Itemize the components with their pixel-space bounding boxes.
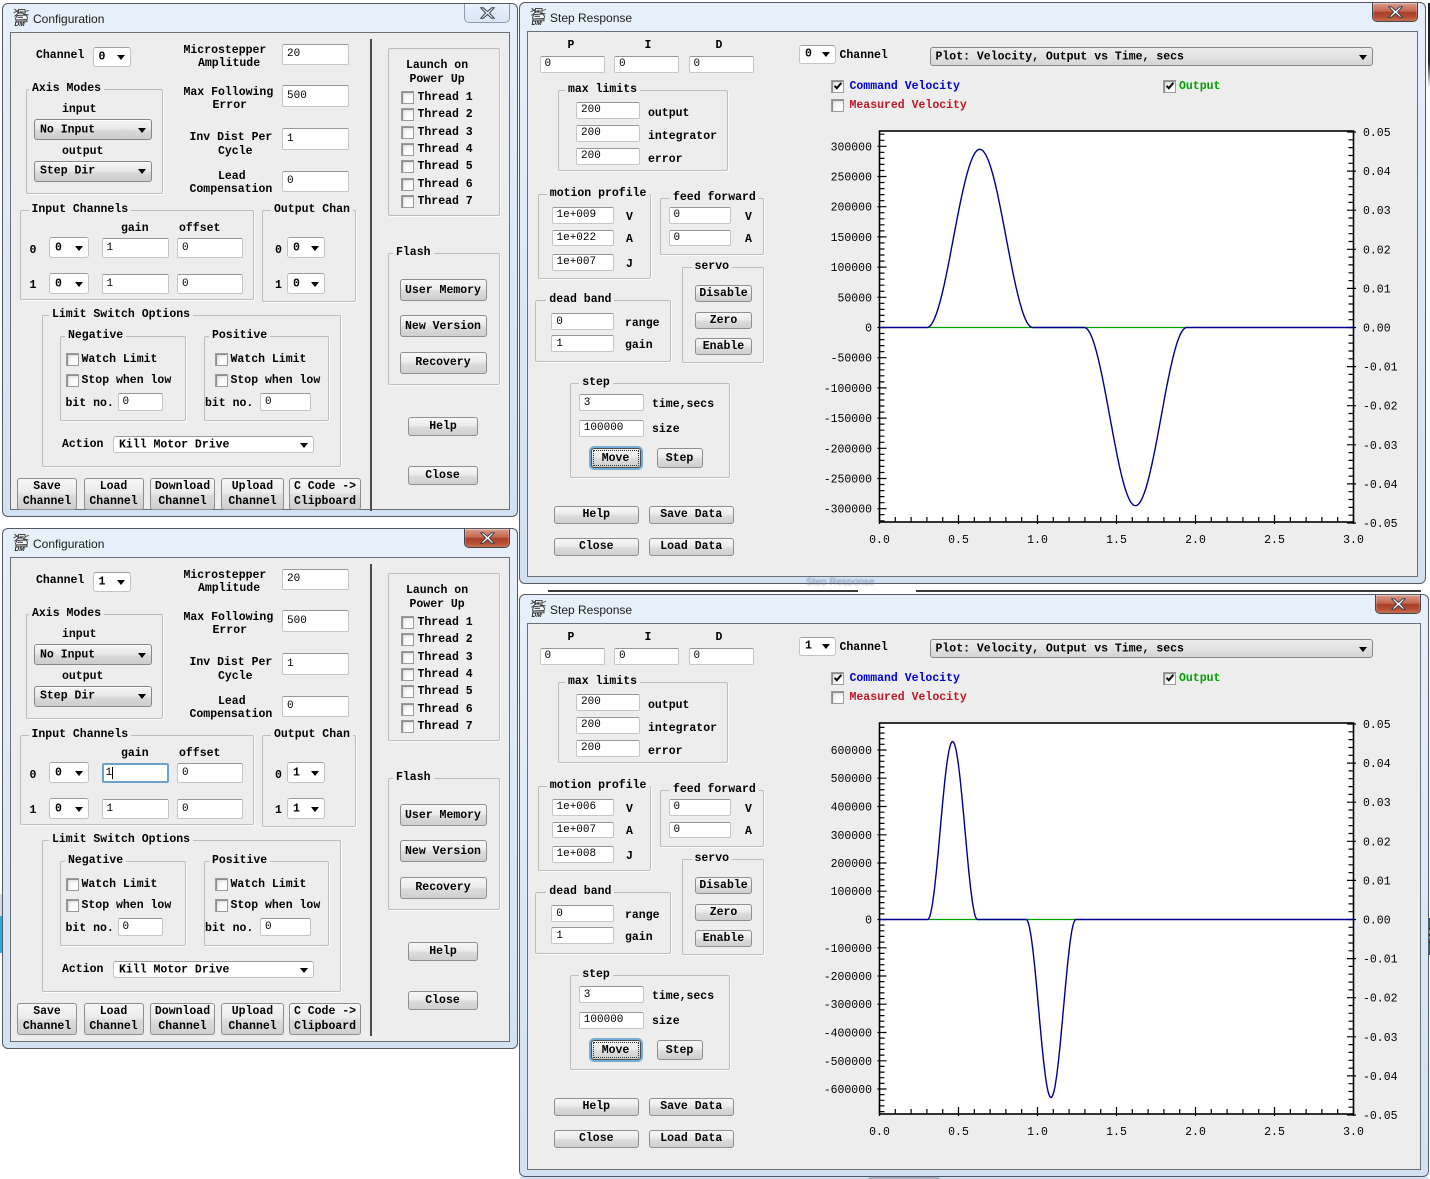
svg-text:DM: DM xyxy=(532,612,543,618)
svg-text:400000: 400000 xyxy=(831,802,873,815)
svg-text:-0.05: -0.05 xyxy=(1363,1110,1398,1123)
svg-text:-0.05: -0.05 xyxy=(1363,518,1398,531)
svg-text:0.00: 0.00 xyxy=(1363,323,1391,336)
svg-text:-400000: -400000 xyxy=(824,1028,872,1041)
svg-text:-0.01: -0.01 xyxy=(1363,954,1398,967)
svg-text:3.0: 3.0 xyxy=(1343,534,1364,547)
svg-text:0.04: 0.04 xyxy=(1363,166,1391,179)
svg-text:200000: 200000 xyxy=(831,858,873,871)
svg-text:0.02: 0.02 xyxy=(1363,244,1391,257)
svg-text:1.0: 1.0 xyxy=(1027,534,1048,547)
svg-text:1.5: 1.5 xyxy=(1106,1126,1127,1139)
svg-text:-250000: -250000 xyxy=(824,474,872,487)
svg-text:-300000: -300000 xyxy=(824,504,872,517)
svg-text:0.01: 0.01 xyxy=(1363,283,1391,296)
svg-text:1.0: 1.0 xyxy=(1027,1126,1048,1139)
svg-text:100000: 100000 xyxy=(831,886,873,899)
svg-text:250000: 250000 xyxy=(831,172,873,185)
svg-text:2.5: 2.5 xyxy=(1264,1126,1285,1139)
svg-text:-0.04: -0.04 xyxy=(1363,1071,1398,1084)
svg-text:-50000: -50000 xyxy=(831,353,873,366)
svg-text:0: 0 xyxy=(865,323,872,336)
svg-text:3.0: 3.0 xyxy=(1343,1126,1364,1139)
svg-text:100000: 100000 xyxy=(831,262,873,275)
svg-text:0.0: 0.0 xyxy=(869,534,890,547)
svg-text:0.01: 0.01 xyxy=(1363,875,1391,888)
svg-text:200000: 200000 xyxy=(831,202,873,215)
svg-text:500000: 500000 xyxy=(831,773,873,786)
svg-text:300000: 300000 xyxy=(831,141,873,154)
svg-text:0.00: 0.00 xyxy=(1363,915,1391,928)
svg-text:-100000: -100000 xyxy=(824,383,872,396)
svg-text:1.5: 1.5 xyxy=(1106,534,1127,547)
svg-text:2.0: 2.0 xyxy=(1185,1126,1206,1139)
svg-text:-150000: -150000 xyxy=(824,413,872,426)
svg-text:-0.01: -0.01 xyxy=(1363,362,1398,375)
svg-text:DM: DM xyxy=(532,20,543,26)
svg-text:-200000: -200000 xyxy=(824,443,872,456)
svg-text:-500000: -500000 xyxy=(824,1056,872,1069)
svg-text:0.05: 0.05 xyxy=(1363,719,1391,732)
svg-text:0.0: 0.0 xyxy=(869,1126,890,1139)
svg-text:0.03: 0.03 xyxy=(1363,797,1391,810)
svg-text:-0.03: -0.03 xyxy=(1363,440,1398,453)
svg-text:0: 0 xyxy=(865,915,872,928)
svg-text:-600000: -600000 xyxy=(824,1084,872,1097)
svg-text:0.5: 0.5 xyxy=(948,1126,969,1139)
svg-text:600000: 600000 xyxy=(831,745,873,758)
svg-text:0.04: 0.04 xyxy=(1363,758,1391,771)
svg-text:150000: 150000 xyxy=(831,232,873,245)
svg-text:2.0: 2.0 xyxy=(1185,534,1206,547)
svg-text:-0.03: -0.03 xyxy=(1363,1032,1398,1045)
svg-text:0.5: 0.5 xyxy=(948,534,969,547)
svg-text:0.05: 0.05 xyxy=(1363,127,1391,140)
svg-text:2.5: 2.5 xyxy=(1264,534,1285,547)
svg-text:0.02: 0.02 xyxy=(1363,836,1391,849)
svg-text:50000: 50000 xyxy=(837,292,872,305)
svg-text:DM: DM xyxy=(15,21,26,27)
svg-text:DM: DM xyxy=(15,546,26,552)
svg-text:0.03: 0.03 xyxy=(1363,205,1391,218)
svg-text:-300000: -300000 xyxy=(824,999,872,1012)
svg-text:300000: 300000 xyxy=(831,830,873,843)
svg-text:-200000: -200000 xyxy=(824,971,872,984)
svg-text:-0.04: -0.04 xyxy=(1363,479,1398,492)
svg-text:-0.02: -0.02 xyxy=(1363,993,1398,1006)
svg-text:-0.02: -0.02 xyxy=(1363,401,1398,414)
svg-text:-100000: -100000 xyxy=(824,943,872,956)
